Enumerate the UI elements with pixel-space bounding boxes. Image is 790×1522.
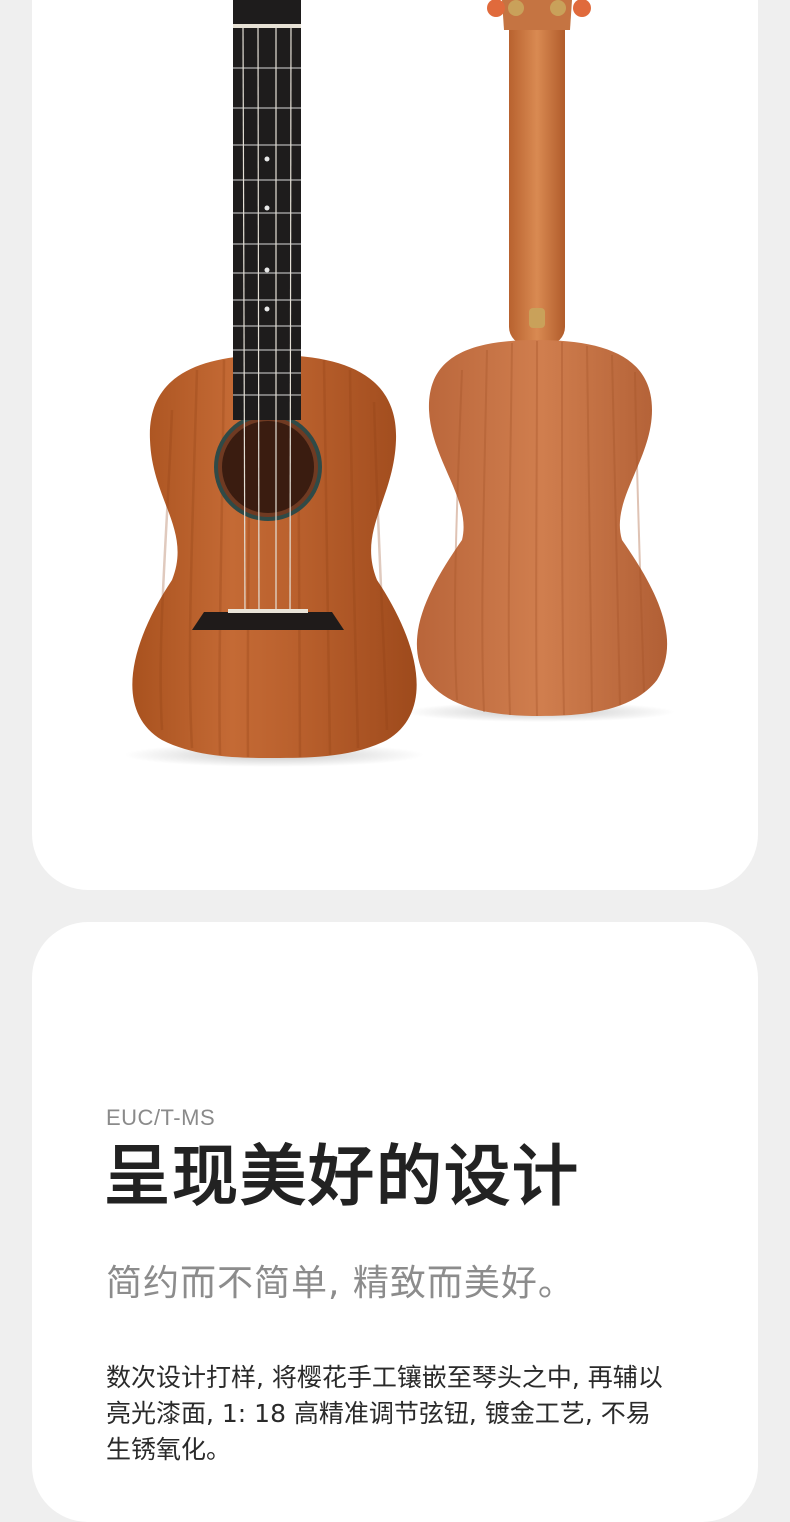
- design-feature-card: EUC/T-MS 呈现美好的设计 简约而不简单, 精致而美好。 数次设计打样, …: [32, 922, 758, 1522]
- product-model: EUC/T-MS: [106, 1105, 216, 1130]
- ukulele-back-view: [416, 0, 668, 717]
- feature-description: 数次设计打样, 将樱花手工镶嵌至琴头之中, 再辅以亮光漆面, 1: 18 高精准…: [106, 1363, 663, 1464]
- ukulele-front-view: [132, 0, 417, 758]
- feature-headline: 呈现美好的设计: [104, 1138, 580, 1215]
- feature-subheadline: 简约而不简单, 精致而美好。: [106, 1263, 575, 1304]
- product-image-card: [32, 0, 758, 890]
- ukulele-front-back-image: [124, 0, 675, 767]
